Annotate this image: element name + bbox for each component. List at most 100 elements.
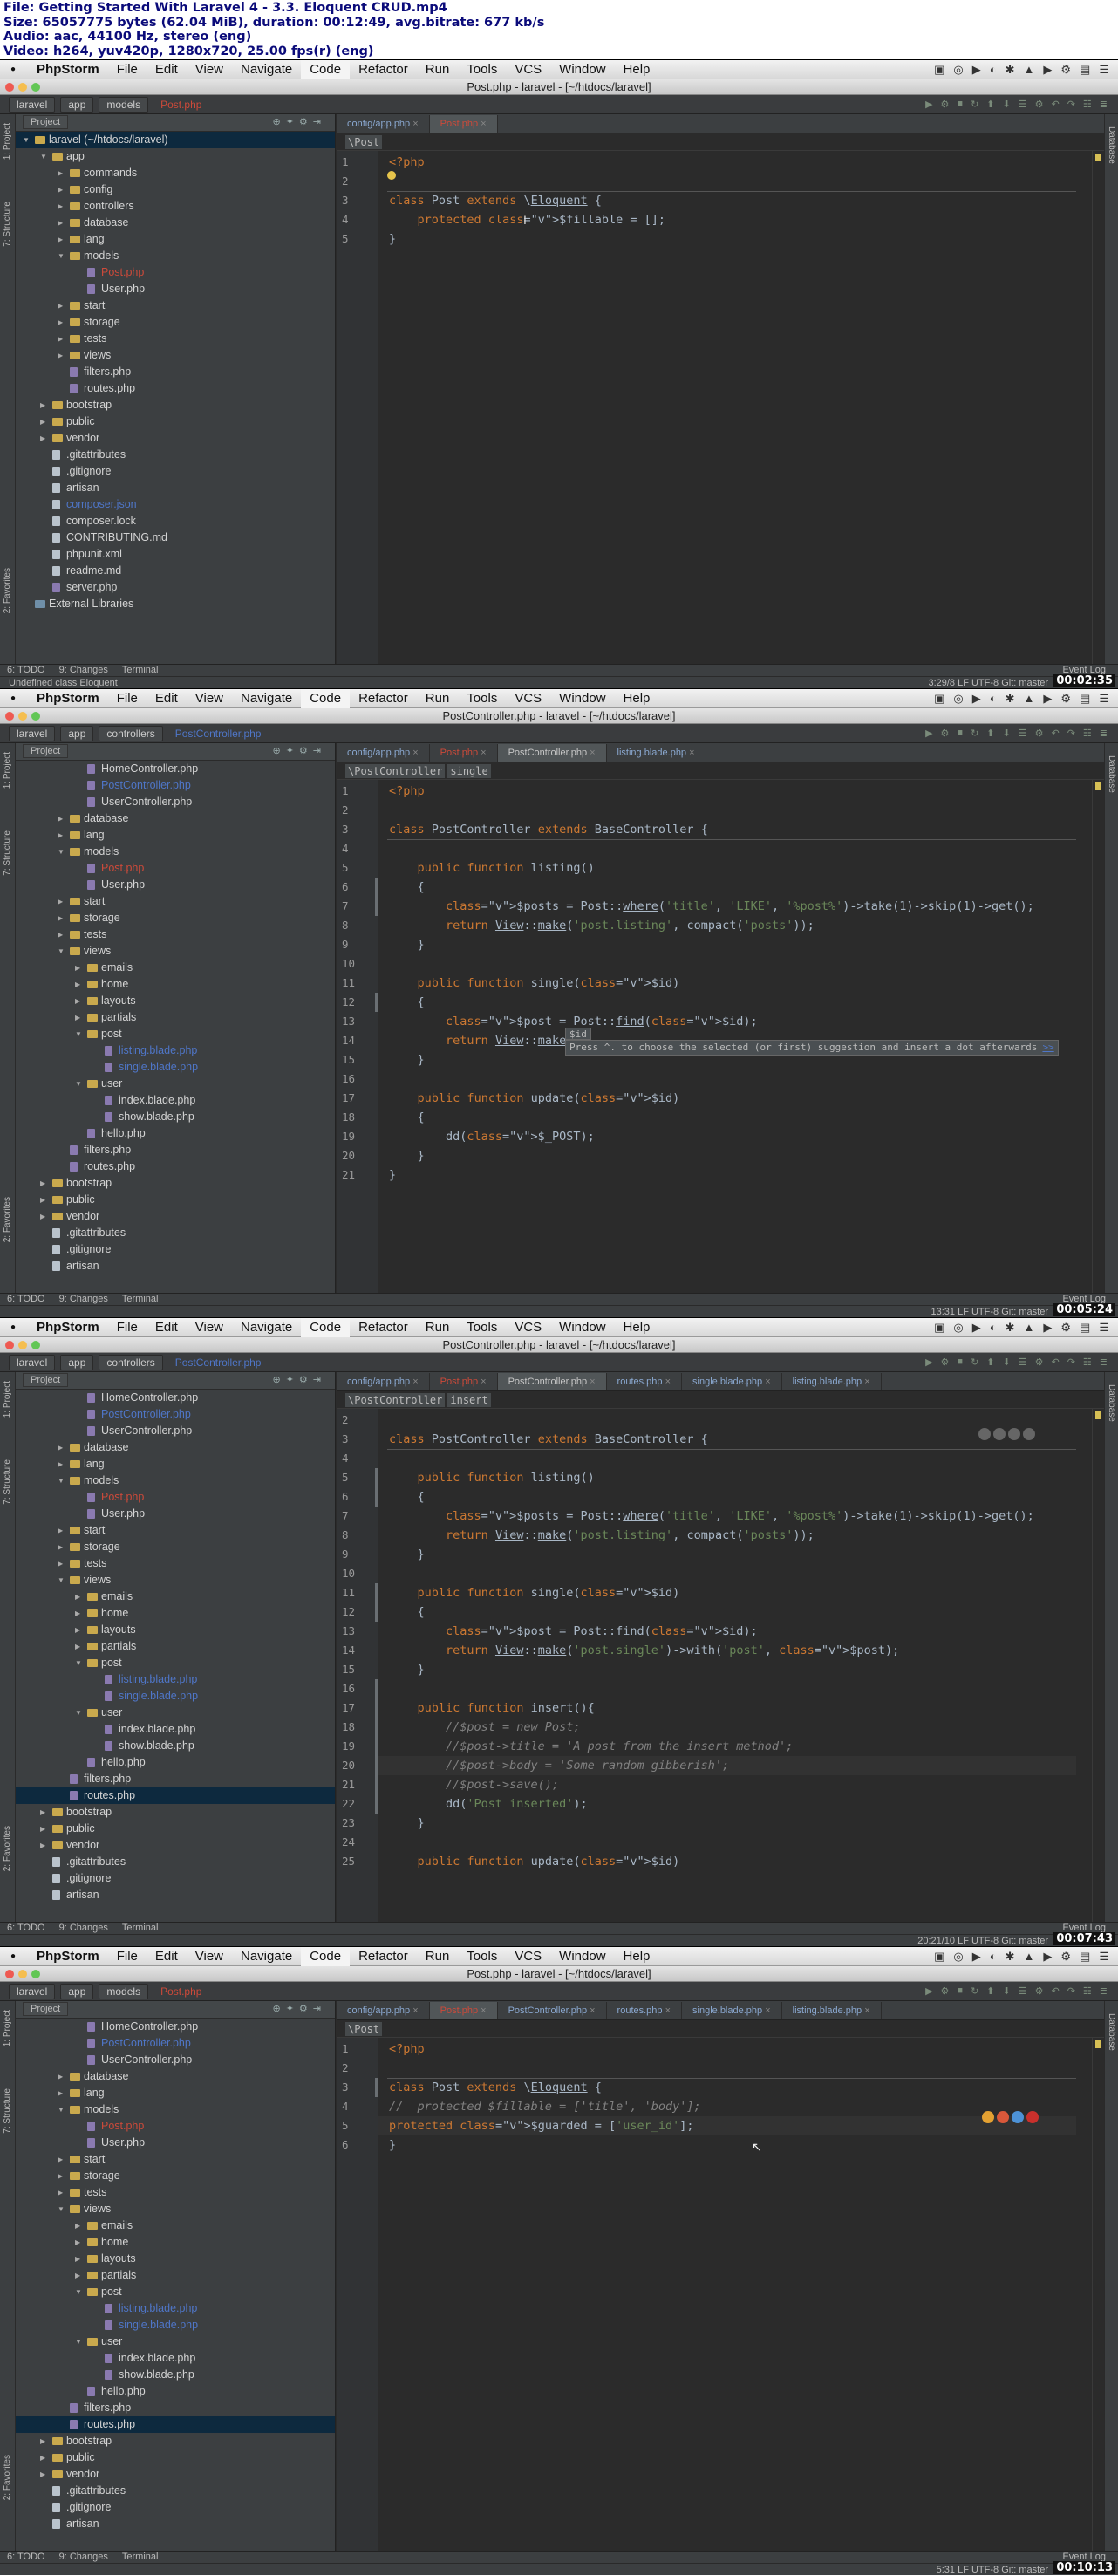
code-editor[interactable]: <?php class Post extends \Eloquent {// pr… [378,2038,1087,2551]
expanded-arrow-icon[interactable]: ▼ [75,1076,84,1092]
tray-icon[interactable]: ◎ [953,1947,963,1966]
tree-item[interactable]: ▶ commands [16,165,335,181]
project-panel-tools[interactable]: ⊕✦⚙⇥ [272,114,335,131]
tree-item[interactable]: ▶ storage [16,2168,335,2184]
menu-edit[interactable]: Edit [147,1947,187,1966]
toolbar-icon[interactable]: ▶ [925,99,932,110]
tree-item[interactable]: index.blade.php [16,1721,335,1738]
toolbar-icon[interactable]: ⚙ [941,99,950,110]
browser-icon[interactable] [1008,1428,1020,1440]
tray-icon[interactable]: ◎ [953,1318,963,1337]
tray-icon[interactable]: ▶ [1043,60,1052,79]
menu-file[interactable]: File [108,1947,147,1966]
tree-item[interactable]: routes.php [16,1158,335,1175]
collapsed-arrow-icon[interactable]: ▶ [75,1622,84,1638]
collapsed-arrow-icon[interactable]: ▶ [40,1821,49,1837]
toolbar-icon[interactable]: ⚙ [1035,728,1044,739]
breadcrumb-class[interactable]: \PostController [345,764,446,778]
nav-crumb[interactable]: controllers [99,725,163,741]
close-tab-icon[interactable]: × [478,119,486,129]
tree-item[interactable]: .gitignore [16,1241,335,1258]
menu-window[interactable]: Window [550,1947,614,1966]
tree-item[interactable]: CONTRIBUTING.md [16,530,335,546]
tree-item[interactable]: HomeController.php [16,1390,335,1406]
toolbar-icon[interactable]: ⬆ [986,99,994,110]
collapsed-arrow-icon[interactable]: ▶ [58,215,66,231]
editor-tab[interactable]: single.blade.php × [682,2002,782,2019]
tree-item[interactable]: PostController.php [16,777,335,794]
toolbar-icon[interactable]: ≣ [1100,728,1108,739]
tree-item[interactable]: artisan [16,480,335,496]
editor-tab[interactable]: single.blade.php × [682,1373,782,1390]
collapsed-arrow-icon[interactable]: ▶ [40,1837,49,1854]
tree-item[interactable]: artisan [16,2516,335,2532]
tree-item[interactable]: ▶ start [16,893,335,910]
tree-item[interactable]: ▶ start [16,2151,335,2168]
collapsed-arrow-icon[interactable]: ▶ [58,297,66,314]
nav-crumb[interactable]: PostController.php [168,727,269,741]
tree-item[interactable]: ▼ views [16,1572,335,1589]
project-panel-tools[interactable]: ⊕✦⚙⇥ [272,1372,335,1389]
menu-refactor[interactable]: Refactor [350,689,417,708]
menu-code[interactable]: Code [301,1318,351,1337]
collapsed-arrow-icon[interactable]: ▶ [75,2217,84,2234]
menu-help[interactable]: Help [615,1947,659,1966]
hint-more-link[interactable]: >> [1042,1042,1053,1053]
editor-tab[interactable]: routes.php × [607,2002,683,2019]
close-tab-icon[interactable]: × [410,748,418,758]
nav-crumb[interactable]: laravel [9,725,56,741]
tree-item[interactable]: .gitattributes [16,1225,335,1241]
menu-refactor[interactable]: Refactor [350,1947,417,1966]
project-panel-tools[interactable]: ⊕✦⚙⇥ [272,2001,335,2018]
tool-tab-structure[interactable]: 7: Structure [3,1459,12,1505]
tree-item[interactable]: ▼ post [16,2284,335,2300]
terminal-tab[interactable]: Terminal [122,1294,159,1305]
tree-item[interactable]: ▶ config [16,181,335,198]
expanded-arrow-icon[interactable]: ▼ [58,844,66,860]
tree-item[interactable]: ▶ views [16,347,335,364]
tree-item[interactable]: ▶ database [16,215,335,231]
tree-item[interactable]: ▶ public [16,1192,335,1208]
menu-view[interactable]: View [187,60,232,79]
tree-item[interactable]: .gitignore [16,463,335,480]
toolbar-icon[interactable]: ■ [957,1356,963,1368]
tray-icon[interactable]: ⚙ [1060,60,1071,79]
tray-icon[interactable]: ☰ [1099,689,1109,708]
menu-vcs[interactable]: VCS [506,1318,550,1337]
tree-item[interactable]: Post.php [16,860,335,877]
collapsed-arrow-icon[interactable]: ▶ [75,2234,84,2251]
tree-item[interactable]: User.php [16,2135,335,2151]
toolbar-icon[interactable]: ⬆ [986,1356,994,1368]
tray-icon[interactable]: ⚙ [1060,1318,1071,1337]
minimize-window-button[interactable] [18,712,27,721]
toolbar-icon[interactable]: ⬇ [1003,1356,1011,1368]
toolbar-icon[interactable]: ☷ [1083,1985,1092,1997]
close-tab-icon[interactable]: × [410,1377,418,1387]
toolbar-icon[interactable]: ⚙ [1035,1356,1044,1368]
tree-item[interactable]: UserController.php [16,794,335,810]
collapsed-arrow-icon[interactable]: ▶ [58,2068,66,2085]
menu-help[interactable]: Help [615,689,659,708]
toolbar-icon[interactable]: ↻ [971,1985,978,1997]
toolbar-icon[interactable]: ☰ [1019,728,1027,739]
tree-item[interactable]: ▶ partials [16,1638,335,1655]
expanded-arrow-icon[interactable]: ▼ [75,1705,84,1721]
tree-item[interactable]: ▶ storage [16,1539,335,1555]
collapsed-arrow-icon[interactable]: ▶ [40,1208,49,1225]
terminal-tab[interactable]: Terminal [122,2552,159,2563]
tree-item[interactable]: index.blade.php [16,1092,335,1109]
collapsed-arrow-icon[interactable]: ▶ [75,1589,84,1605]
toolbar-icon[interactable]: ⬇ [1003,99,1011,110]
tray-icon[interactable]: ▤ [1080,60,1090,79]
tree-item[interactable]: show.blade.php [16,1738,335,1754]
tree-item[interactable]: .gitattributes [16,2483,335,2499]
toolbar-icon[interactable]: ↶ [1051,99,1059,110]
editor-tab[interactable]: Post.php × [429,2002,498,2019]
collapsed-arrow-icon[interactable]: ▶ [58,347,66,364]
tray-icon[interactable]: ▲ [1024,60,1035,79]
menu-view[interactable]: View [187,1947,232,1966]
toolbar-icon[interactable]: ☰ [1019,1356,1027,1368]
tree-item[interactable]: ▼ models [16,844,335,860]
menu-file[interactable]: File [108,1318,147,1337]
toolbar-icon[interactable]: ☰ [1019,1985,1027,1997]
